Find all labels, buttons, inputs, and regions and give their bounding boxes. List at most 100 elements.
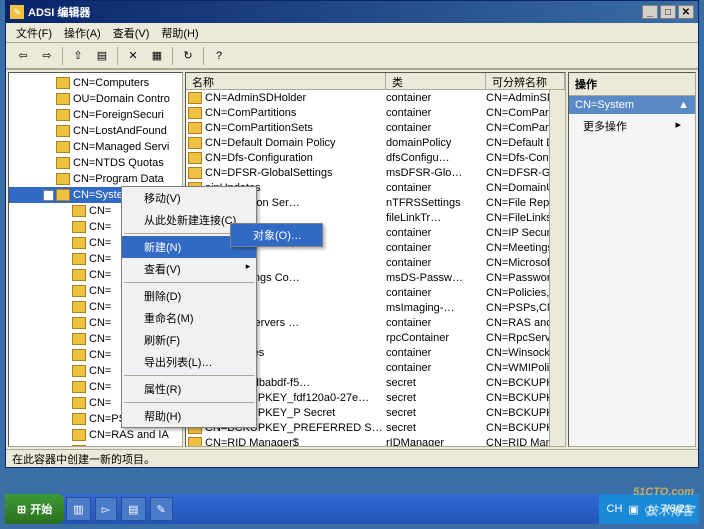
expander-icon[interactable] [59,382,70,393]
row-dn: CN=BCKUPKEY_26dbabdf-f51… [486,377,549,389]
expander-icon[interactable] [59,302,70,313]
ctx-delete[interactable]: 删除(D) [122,285,256,307]
tree-item[interactable]: CN=Managed Servi [9,139,182,155]
start-button[interactable]: ⊞ 开始 [5,494,64,524]
task-button-3[interactable]: ▤ [121,497,145,521]
expander-icon[interactable] [43,174,54,185]
refresh-button[interactable]: ↻ [177,46,199,66]
tray-icon[interactable]: ▣ [628,503,638,516]
row-type: container [386,317,486,329]
tree-item[interactable]: CN=Computers [9,75,182,91]
task-button-2[interactable]: ▻ [95,497,117,521]
back-button[interactable]: ⇦ [12,46,34,66]
row-type: container [386,182,486,194]
expander-icon[interactable] [59,414,70,425]
list-row[interactable]: CN=ComPartitionscontainerCN=ComPartition… [186,105,549,120]
menu-action[interactable]: 操作(A) [58,23,107,43]
expander-icon[interactable]: − [43,190,54,201]
ctx-view[interactable]: 查看(V)▸ [122,258,256,280]
list-scrollbar[interactable] [549,90,565,446]
expander-icon[interactable] [43,142,54,153]
tree-item-label: CN=Program Data [73,173,164,185]
expander-icon[interactable] [43,110,54,121]
minimize-button[interactable]: _ [642,5,658,19]
col-type[interactable]: 类 [386,73,486,89]
row-dn: CN=WMIPolicy,CN=System,D… [486,362,549,374]
expander-icon[interactable] [59,206,70,217]
tray-icon[interactable]: ◷ [645,503,655,516]
ctx-new-object[interactable]: 对象(O)… [231,224,322,246]
tree-item[interactable]: CN=RAS and IA [9,427,182,443]
col-dn[interactable]: 可分辨名称 [486,73,565,89]
expander-icon[interactable] [59,238,70,249]
tree-item[interactable]: CN=LostAndFound [9,123,182,139]
row-type: secret [386,392,486,404]
list-header: 名称 类 可分辨名称 [186,73,565,90]
expander-icon[interactable] [59,430,70,441]
ctx-refresh[interactable]: 刷新(F) [122,329,256,351]
menu-view[interactable]: 查看(V) [107,23,156,43]
tree-item-label: CN= [89,317,111,329]
tree-item[interactable]: CN=NTDS Quotas [9,155,182,171]
properties-button[interactable]: ▦ [146,46,168,66]
col-name[interactable]: 名称 [186,73,386,89]
task-button-adsi[interactable]: ✎ [150,497,173,521]
close-button[interactable]: ✕ [678,5,694,19]
actions-section[interactable]: CN=System ▲ [569,96,695,114]
expander-icon[interactable] [43,94,54,105]
tree-item[interactable]: CN=ForeignSecuri [9,107,182,123]
ctx-export[interactable]: 导出列表(L)… [122,351,256,373]
titlebar[interactable]: ✎ ADSI 编辑器 _ □ ✕ [6,1,698,23]
list-row[interactable]: CN=RID Manager$rIDManagerCN=RID Manager$… [186,435,549,446]
row-type: container [386,257,486,269]
ctx-help[interactable]: 帮助(H) [122,405,256,427]
expander-icon[interactable] [59,254,70,265]
expander-icon[interactable] [59,398,70,409]
actions-section-label: CN=System [575,99,634,111]
ctx-properties[interactable]: 属性(R) [122,378,256,400]
maximize-button[interactable]: □ [660,5,676,19]
row-type: container [386,92,486,104]
expander-icon[interactable] [59,446,70,448]
forward-button[interactable]: ⇨ [36,46,58,66]
task-button-1[interactable]: ▥ [66,497,90,521]
expander-icon[interactable] [43,78,54,89]
expander-icon[interactable] [59,222,70,233]
ime-indicator[interactable]: CH [607,503,623,515]
list-row[interactable]: CN=Dfs-ConfigurationdfsConfigu…CN=Dfs-Co… [186,150,549,165]
list-row[interactable]: CN=Default Domain PolicydomainPolicyCN=D… [186,135,549,150]
tree-item-label: CN=NTDS Quotas [73,157,164,169]
expander-icon[interactable] [59,286,70,297]
list-row[interactable]: CN=AdminSDHoldercontainerCN=AdminSDHolde… [186,90,549,105]
list-row[interactable]: CN=ComPartitionSetscontainerCN=ComPartit… [186,120,549,135]
menu-file[interactable]: 文件(F) [10,23,58,43]
list-row[interactable]: CN=DFSR-GlobalSettingsmsDFSR-Glo…CN=DFSR… [186,165,549,180]
folder-icon [188,92,202,104]
menu-help[interactable]: 帮助(H) [155,23,204,43]
ctx-move[interactable]: 移动(V) [122,187,256,209]
ctx-rename[interactable]: 重命名(M) [122,307,256,329]
expander-icon[interactable] [59,366,70,377]
show-tree-button[interactable]: ▤ [91,46,113,66]
tree-item[interactable]: OU=Domain Contro [9,91,182,107]
actions-more[interactable]: 更多操作 ▸ [569,114,695,138]
delete-button[interactable]: ✕ [122,46,144,66]
up-button[interactable]: ⇧ [67,46,89,66]
expander-icon[interactable] [59,334,70,345]
expander-icon[interactable] [59,270,70,281]
expander-icon[interactable] [59,318,70,329]
folder-icon [72,253,86,265]
system-tray[interactable]: CH ▣ ◷ 7/6/21 [599,494,700,524]
row-dn: CN=DomainUpdates,CN=Syst… [486,182,549,194]
row-type: secret [386,377,486,389]
row-name: CN=ComPartitionSets [205,122,313,134]
expander-icon[interactable] [59,350,70,361]
tree-item-label: CN= [89,269,111,281]
clock[interactable]: 7/6/21 [660,503,691,515]
row-dn: CN=PSPs,CN=System,DC=FOX,… [486,302,549,314]
tree-item[interactable]: CN=RpcService [9,443,182,447]
expander-icon[interactable] [43,126,54,137]
expander-icon[interactable] [43,158,54,169]
tree-item[interactable]: CN=Program Data [9,171,182,187]
help-button[interactable]: ? [208,46,230,66]
